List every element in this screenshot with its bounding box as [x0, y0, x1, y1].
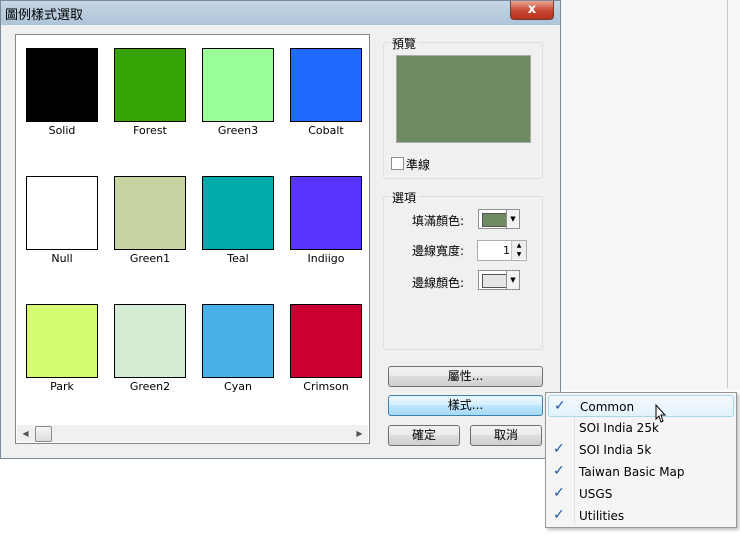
swatch-item[interactable]: Forest — [114, 48, 186, 137]
menu-item-label: Common — [580, 400, 635, 414]
swatch-label: Green3 — [217, 124, 259, 137]
swatch-item[interactable]: Indiigo — [290, 176, 362, 265]
swatch-color[interactable] — [290, 48, 362, 122]
spinner-buttons: ▲ ▼ — [511, 241, 526, 260]
spin-down-icon[interactable]: ▼ — [512, 250, 526, 259]
swatch-label: Indiigo — [307, 252, 345, 265]
border-color-chip — [482, 274, 508, 288]
guideline-label: 準線 — [406, 158, 431, 172]
fill-color-picker[interactable]: ▼ — [478, 209, 520, 229]
background-divider — [727, 0, 728, 388]
spin-up-icon[interactable]: ▲ — [512, 241, 526, 250]
swatch-item[interactable]: Null — [26, 176, 98, 265]
swatch-label: Park — [50, 380, 74, 393]
swatch-color[interactable] — [202, 304, 274, 378]
border-width-value[interactable]: 1 — [503, 244, 510, 257]
horizontal-scrollbar[interactable]: ◀ ▶ — [17, 425, 368, 442]
chevron-down-icon[interactable]: ▼ — [506, 271, 519, 289]
swatch-label: Teal — [227, 252, 249, 265]
menu-item-label: Utilities — [579, 509, 625, 523]
swatch-color[interactable] — [114, 176, 186, 250]
swatch-item[interactable]: Crimson — [290, 304, 362, 393]
swatch-item[interactable]: Teal — [202, 176, 274, 265]
checkmark-icon: ✓ — [553, 485, 565, 501]
swatch-item[interactable]: Solid — [26, 48, 98, 137]
swatch-label: Solid — [48, 124, 76, 137]
checkmark-icon: ✓ — [553, 441, 565, 457]
menu-item-common[interactable]: ✓ Common — [548, 395, 734, 417]
border-color-picker[interactable]: ▼ — [478, 270, 520, 290]
style-menu: ✓ Common SOI India 25k ✓ SOI India 5k ✓ Taiwan… — [545, 392, 737, 528]
chevron-down-icon[interactable]: ▼ — [506, 210, 519, 228]
close-button[interactable]: x — [510, 1, 554, 20]
preview-title: 預覽 — [390, 35, 419, 52]
scroll-left-icon[interactable]: ◀ — [17, 425, 34, 442]
menu-item-label: Taiwan Basic Map — [579, 465, 685, 479]
border-width-label: 邊線寬度: — [411, 244, 464, 258]
preview-swatch — [396, 55, 531, 143]
mouse-cursor-icon — [655, 404, 666, 423]
title-bar[interactable]: 圖例樣式選取 x — [1, 1, 560, 25]
swatch-color[interactable] — [202, 176, 274, 250]
menu-item-label: SOI India 25k — [579, 421, 659, 435]
swatch-item[interactable]: Green3 — [202, 48, 274, 137]
swatch-label: Crimson — [303, 380, 349, 393]
swatch-color[interactable] — [114, 48, 186, 122]
swatch-color[interactable] — [290, 176, 362, 250]
swatch-item[interactable]: Park — [26, 304, 98, 393]
legend-style-dialog: 圖例樣式選取 x Solid Forest Green3 Cobalt Null Gree… — [0, 0, 561, 459]
menu-item-label: USGS — [579, 487, 613, 501]
swatch-item[interactable]: Cyan — [202, 304, 274, 393]
scroll-right-icon[interactable]: ▶ — [351, 425, 368, 442]
swatch-item[interactable]: Green2 — [114, 304, 186, 393]
swatch-label: Green2 — [129, 380, 171, 393]
swatch-label: Forest — [133, 124, 167, 137]
menu-item-soi-india-5k[interactable]: ✓ SOI India 5k — [548, 439, 734, 461]
menu-item-label: SOI India 5k — [579, 443, 652, 457]
swatch-item[interactable]: Cobalt — [290, 48, 362, 137]
cancel-button[interactable]: 取消 — [470, 425, 542, 446]
swatch-color[interactable] — [26, 304, 98, 378]
fill-color-label: 填滿顏色: — [411, 214, 464, 228]
properties-button[interactable]: 屬性... — [388, 366, 543, 387]
swatch-color[interactable] — [114, 304, 186, 378]
checkmark-icon: ✓ — [553, 507, 565, 523]
menu-item-utilities[interactable]: ✓ Utilities — [548, 505, 734, 527]
swatch-color[interactable] — [26, 176, 98, 250]
swatch-color[interactable] — [290, 304, 362, 378]
swatch-color[interactable] — [26, 48, 98, 122]
swatch-color[interactable] — [202, 48, 274, 122]
border-width-spinner[interactable]: 1 ▲ ▼ — [477, 240, 527, 261]
swatch-label: Cyan — [224, 380, 252, 393]
window-title: 圖例樣式選取 — [5, 8, 84, 23]
options-title: 選項 — [390, 189, 419, 206]
swatch-label: Cobalt — [308, 124, 344, 137]
guideline-checkbox[interactable] — [391, 157, 404, 170]
close-icon: x — [527, 2, 537, 17]
menu-item-taiwan-basic-map[interactable]: ✓ Taiwan Basic Map — [548, 461, 734, 483]
swatch-item[interactable]: Green1 — [114, 176, 186, 265]
ok-button[interactable]: 確定 — [388, 425, 460, 446]
menu-item-usgs[interactable]: ✓ USGS — [548, 483, 734, 505]
border-color-label: 邊線顏色: — [411, 276, 464, 290]
checkmark-icon: ✓ — [553, 463, 565, 479]
swatch-label: Null — [51, 252, 73, 265]
background-window — [560, 0, 740, 390]
scroll-thumb[interactable] — [35, 426, 52, 442]
swatch-list[interactable]: Solid Forest Green3 Cobalt Null Green1 Teal Ind… — [15, 34, 370, 444]
style-button[interactable]: 樣式... — [388, 395, 543, 416]
swatch-label: Green1 — [129, 252, 171, 265]
fill-color-chip — [482, 213, 508, 227]
checkmark-icon: ✓ — [554, 398, 566, 414]
menu-item-soi-india-25k[interactable]: SOI India 25k — [548, 417, 734, 439]
